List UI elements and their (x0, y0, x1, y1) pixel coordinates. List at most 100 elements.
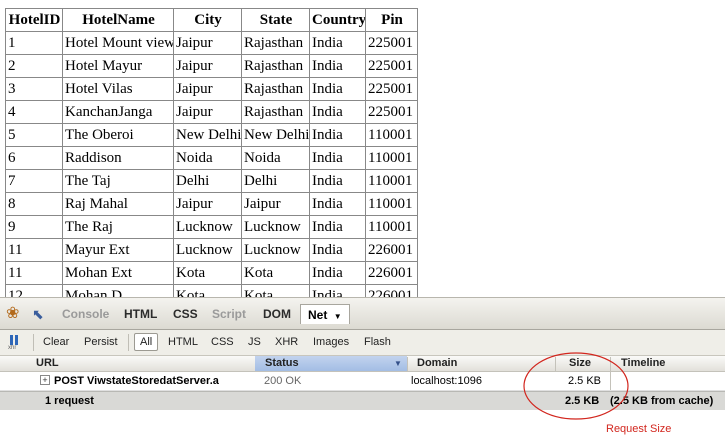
cell-city: Jaipur (173, 77, 242, 101)
cell-pin: 225001 (365, 54, 418, 78)
tab-net-label: Net (308, 308, 328, 322)
cell-hotelname: Mohan D (62, 284, 174, 297)
filter-xhr-button[interactable]: XHR (275, 336, 298, 348)
cell-country: India (309, 54, 366, 78)
column-status[interactable]: Status ▼ (255, 356, 407, 371)
column-domain[interactable]: Domain (417, 357, 457, 369)
cell-hotelname: Mohan Ext (62, 261, 174, 285)
cell-hotelname: The Oberoi (62, 123, 174, 147)
cell-city: Lucknow (173, 238, 242, 262)
tab-console[interactable]: Console (62, 307, 109, 321)
expand-icon[interactable]: + (40, 375, 50, 385)
cell-country: India (309, 169, 366, 193)
header-country: Country (309, 8, 366, 32)
filter-js-button[interactable]: JS (248, 336, 261, 348)
firebug-bug-icon[interactable]: ❀ (6, 305, 24, 323)
table-body: 1 Hotel Mount view Jaipur Rajasthan India 225… (5, 31, 418, 297)
cell-city: Kota (173, 284, 242, 297)
cell-pin: 225001 (365, 77, 418, 101)
cell-country: India (309, 192, 366, 216)
cell-city: Jaipur (173, 54, 242, 78)
cell-pin: 110001 (365, 169, 418, 193)
hotel-table: HotelID HotelName City State Country Pin… (5, 8, 418, 297)
header-pin: Pin (365, 8, 418, 32)
header-state: State (241, 8, 310, 32)
cell-state: Lucknow (241, 238, 310, 262)
cell-hotelname: Raj Mahal (62, 192, 174, 216)
filter-images-button[interactable]: Images (313, 336, 349, 348)
column-url[interactable]: URL (36, 357, 59, 369)
cell-state: Rajasthan (241, 100, 310, 124)
request-url[interactable]: POST ViwstateStoredatServer.a (54, 375, 219, 387)
request-status: 200 OK (264, 375, 302, 387)
cell-state: Delhi (241, 169, 310, 193)
cell-hotelid: 12 (5, 284, 63, 297)
cell-state: Rajasthan (241, 77, 310, 101)
cell-hotelid: 11 (5, 261, 63, 285)
cell-country: India (309, 261, 366, 285)
persist-button[interactable]: Persist (84, 336, 118, 348)
table-row: 6 Raddison Noida Noida India 110001 (5, 146, 418, 170)
filter-all-button[interactable]: All (134, 333, 159, 351)
cell-hotelname: KanchanJanga (62, 100, 174, 124)
cell-hotelname: The Raj (62, 215, 174, 239)
cell-city: Delhi (173, 169, 242, 193)
table-row: 11 Mohan Ext Kota Kota India 226001 (5, 261, 418, 285)
tab-html[interactable]: HTML (124, 307, 157, 321)
pause-icon[interactable]: xhr (8, 334, 22, 351)
cell-country: India (309, 77, 366, 101)
cell-hotelid: 2 (5, 54, 63, 78)
cell-pin: 225001 (365, 100, 418, 124)
clear-button[interactable]: Clear (43, 336, 69, 348)
table-row: 3 Hotel Vilas Jaipur Rajasthan India 225001 (5, 77, 418, 101)
filter-html-button[interactable]: HTML (168, 336, 198, 348)
cell-hotelid: 1 (5, 31, 63, 55)
cell-country: India (309, 123, 366, 147)
tab-dom[interactable]: DOM (263, 307, 291, 321)
cell-state: Jaipur (241, 192, 310, 216)
tab-css[interactable]: CSS (173, 307, 198, 321)
cell-pin: 110001 (365, 146, 418, 170)
cell-state: Rajasthan (241, 54, 310, 78)
cell-hotelid: 3 (5, 77, 63, 101)
tab-script[interactable]: Script (212, 307, 246, 321)
cell-city: New Delhi (173, 123, 242, 147)
cell-state: New Delhi (241, 123, 310, 147)
cell-hotelname: Raddison (62, 146, 174, 170)
cell-pin: 226001 (365, 284, 418, 297)
cell-country: India (309, 146, 366, 170)
cell-state: Kota (241, 261, 310, 285)
table-row: 9 The Raj Lucknow Lucknow India 110001 (5, 215, 418, 239)
cell-hotelid: 8 (5, 192, 63, 216)
cell-country: India (309, 100, 366, 124)
cell-state: Rajasthan (241, 31, 310, 55)
cell-pin: 110001 (365, 215, 418, 239)
cell-hotelid: 7 (5, 169, 63, 193)
cell-pin: 225001 (365, 31, 418, 55)
table-header-row: HotelID HotelName City State Country Pin (5, 8, 418, 32)
cell-pin: 110001 (365, 123, 418, 147)
table-row: 1 Hotel Mount view Jaipur Rajasthan India 225… (5, 31, 418, 55)
table-row: 8 Raj Mahal Jaipur Jaipur India 110001 (5, 192, 418, 216)
cell-state: Lucknow (241, 215, 310, 239)
table-row: 7 The Taj Delhi Delhi India 110001 (5, 169, 418, 193)
table-row: 11 Mayur Ext Lucknow Lucknow India 226001 (5, 238, 418, 262)
cell-city: Lucknow (173, 215, 242, 239)
filter-flash-button[interactable]: Flash (364, 336, 391, 348)
cell-hotelid: 9 (5, 215, 63, 239)
table-row: 2 Hotel Mayur Jaipur Rajasthan India 225001 (5, 54, 418, 78)
cell-city: Jaipur (173, 192, 242, 216)
table-row: 4 KanchanJanga Jaipur Rajasthan India 225001 (5, 100, 418, 124)
cell-city: Noida (173, 146, 242, 170)
cell-pin: 226001 (365, 238, 418, 262)
table-row: 12 Mohan D Kota Kota India 226001 (5, 284, 418, 297)
tab-net[interactable]: Net ▼ (300, 304, 350, 324)
toolbar-separator (128, 334, 129, 351)
inspect-icon[interactable]: ⬉ (32, 305, 50, 323)
filter-css-button[interactable]: CSS (211, 336, 234, 348)
header-city: City (173, 8, 242, 32)
cell-pin: 226001 (365, 261, 418, 285)
dropdown-arrow-icon[interactable]: ▼ (334, 312, 342, 321)
column-separator (407, 357, 408, 372)
request-size-annotation-ellipse (523, 352, 629, 420)
